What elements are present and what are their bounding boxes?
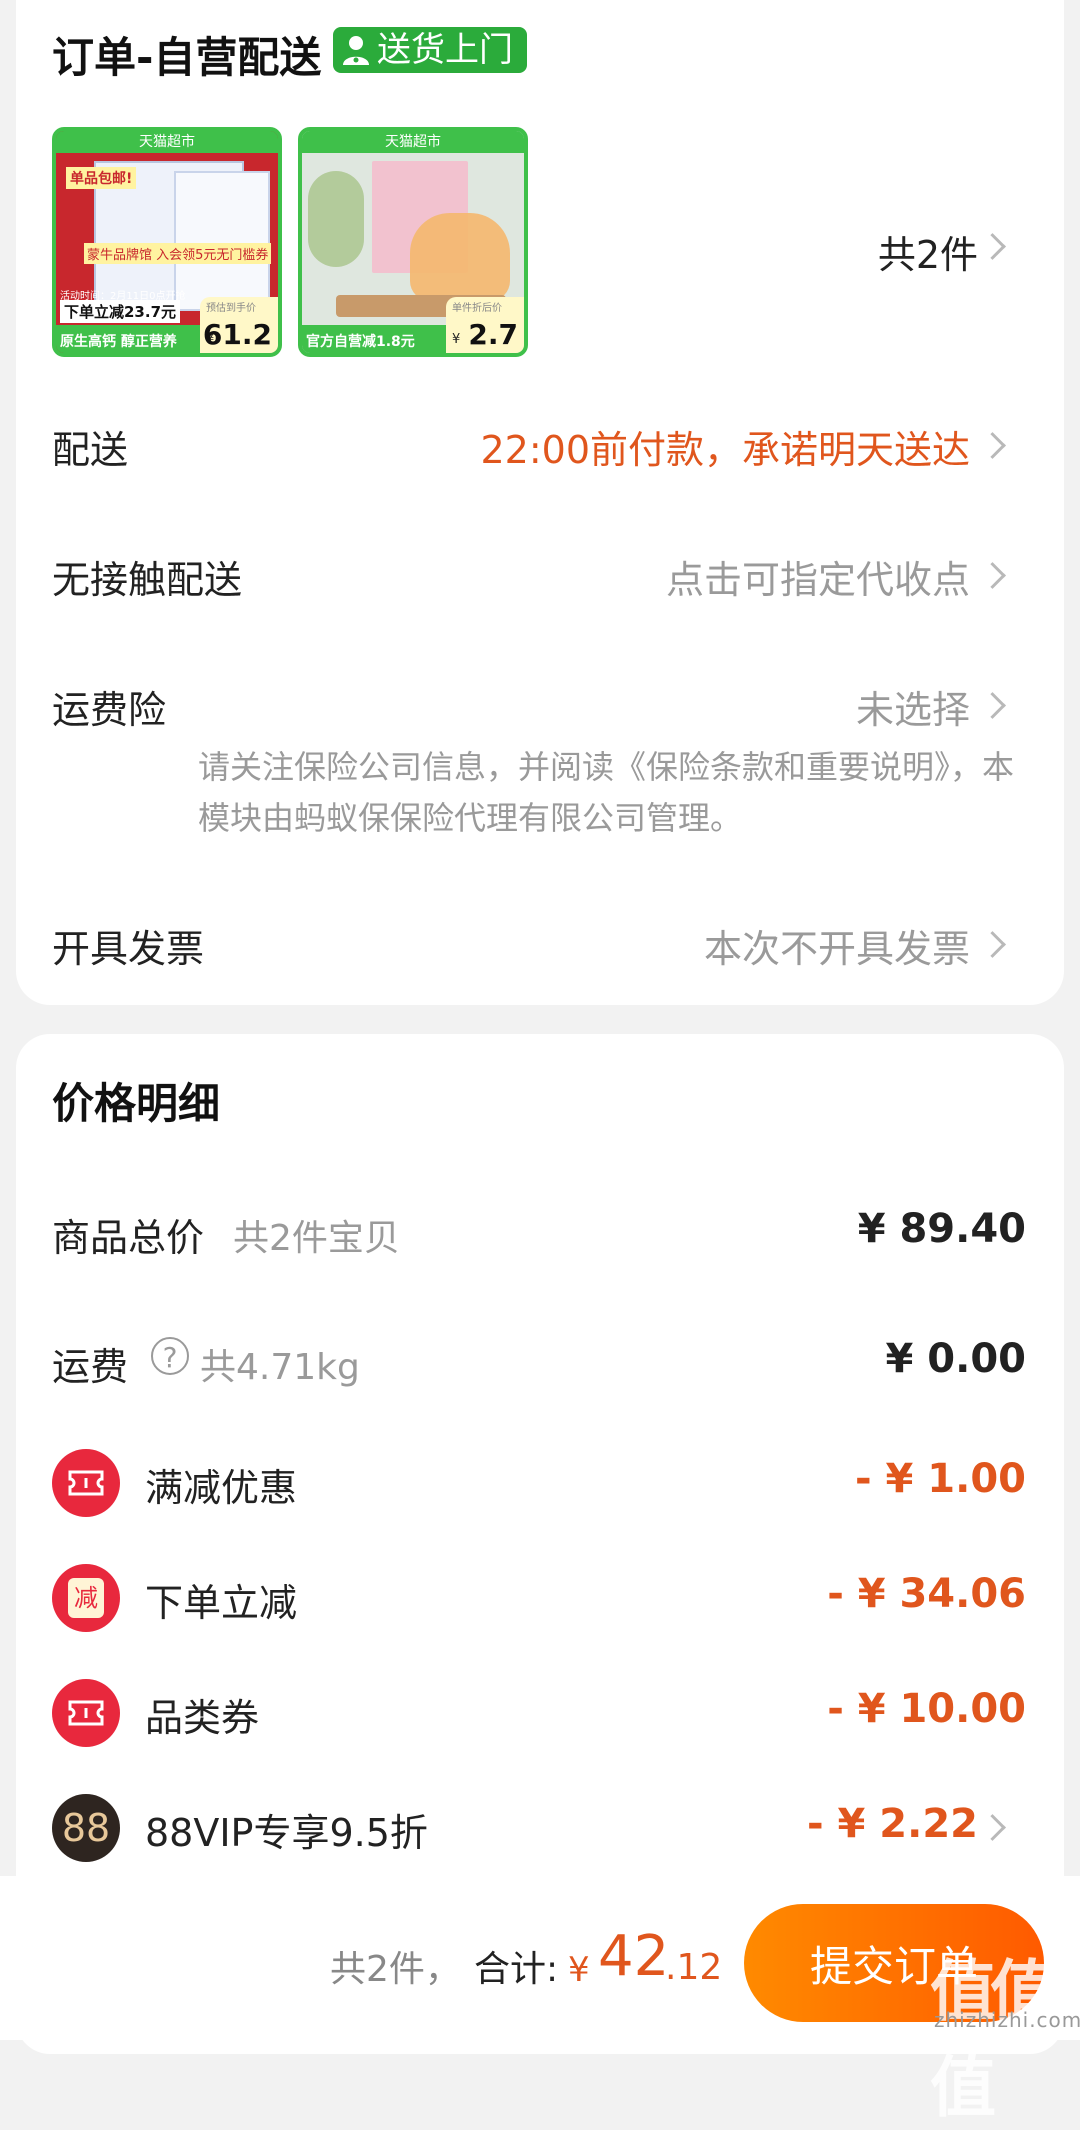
shipping-label: 运费 xyxy=(52,1345,129,1389)
help-icon[interactable]: ? xyxy=(151,1337,189,1375)
reduce-icon-text: 减 xyxy=(68,1578,104,1618)
product-thumbnail-milk[interactable]: 天猫超市 单品包邮! 蒙牛品牌馆 入会领5元无门槛券 活动时间：2月11日0点开… xyxy=(52,127,282,357)
badge-label: 送货上门 xyxy=(377,30,513,70)
total-label: 合计: xyxy=(474,1949,559,1990)
vip-88-icon: 88 xyxy=(52,1794,120,1862)
total-amount-integer: 42 xyxy=(598,1924,670,1989)
tea-jar-image xyxy=(410,213,510,301)
goods-total-amount: ¥ 89.40 xyxy=(857,1206,1026,1252)
invoice-value[interactable]: 本次不开具发票 xyxy=(704,918,970,973)
insurance-note: 请关注保险公司信息，并阅读《保险条款和重要说明》，本模块由蚂蚁保保险代理有限公司… xyxy=(198,748,1015,837)
total-currency: ¥ xyxy=(568,1950,590,1990)
contactless-value[interactable]: 点击可指定代收点 xyxy=(666,549,970,604)
thumb-cut: 下单立减23.7元 xyxy=(60,300,181,323)
thumb-promo: 单品包邮! xyxy=(66,167,137,189)
reduce-icon: 减 xyxy=(52,1564,120,1632)
total-count: 共2件， xyxy=(330,1949,461,1990)
insurance-value[interactable]: 未选择 xyxy=(856,679,970,734)
thumb-footer: 原生高钙 醇正营养 xyxy=(60,334,177,350)
goods-total-label: 商品总价 xyxy=(52,1216,205,1260)
watermark-logo: 值值值 xyxy=(930,1953,1056,2126)
price-label: 单件折后价 xyxy=(452,303,502,314)
thumb-footer: 官方自营减1.8元 xyxy=(306,334,415,350)
milk-box-image xyxy=(174,171,270,311)
discount-label: 品类券 xyxy=(145,1696,260,1740)
price-currency: ¥ xyxy=(452,332,461,347)
items-count-link[interactable]: 共2件 xyxy=(878,224,978,279)
discount-amount: - ¥ 1.00 xyxy=(855,1456,1026,1502)
discount-label: 88VIP专享9.5折 xyxy=(145,1811,428,1855)
contactless-label: 无接触配送 xyxy=(52,558,243,602)
watermark-url: zhizhizhi.com xyxy=(934,2008,1080,2032)
thumb-slogan: 蒙牛品牌馆 入会领5元无门槛券 xyxy=(84,243,272,264)
price-detail-title: 价格明细 xyxy=(52,1079,221,1128)
delivery-label: 配送 xyxy=(52,428,129,472)
thumb-price: 2.7 xyxy=(468,318,518,351)
discount-amount: - ¥ 10.00 xyxy=(827,1686,1026,1732)
thumb-price-tag: 单件折后价 ¥ 2.7 xyxy=(446,297,524,353)
thumb-price-tag: 预估到手价 ¥ 61.2 xyxy=(200,297,278,353)
discount-label: 下单立减 xyxy=(145,1581,298,1625)
price-label: 预估到手价 xyxy=(206,303,256,314)
shipping-amount: ¥ 0.00 xyxy=(885,1336,1026,1382)
discount-amount: - ¥ 34.06 xyxy=(827,1571,1026,1617)
coupon-icon xyxy=(52,1449,120,1517)
home-delivery-badge: 送货上门 xyxy=(333,27,527,73)
thumb-header: 天猫超市 xyxy=(56,131,278,153)
product-thumbnail-tea[interactable]: 天猫超市 官方自营减1.8元 单件折后价 ¥ 2.7 xyxy=(298,127,528,357)
shipping-weight: 共4.71kg xyxy=(200,1347,360,1388)
invoice-label: 开具发票 xyxy=(52,927,205,971)
total-amount-decimal: .12 xyxy=(665,1947,723,1988)
order-title: 订单-自营配送 xyxy=(52,33,322,82)
insurance-label: 运费险 xyxy=(52,688,167,732)
delivery-value[interactable]: 22:00前付款，承诺明天送达 xyxy=(480,419,970,474)
thumb-price: 61.2 xyxy=(202,318,272,351)
goods-total-sub: 共2件宝贝 xyxy=(233,1218,400,1259)
person-icon xyxy=(343,36,369,65)
leaf-image xyxy=(308,171,364,267)
thumb-header: 天猫超市 xyxy=(302,131,524,153)
vip-discount-amount[interactable]: - ¥ 2.22 xyxy=(807,1801,978,1847)
discount-label: 满减优惠 xyxy=(145,1466,298,1510)
coupon-icon xyxy=(52,1679,120,1747)
